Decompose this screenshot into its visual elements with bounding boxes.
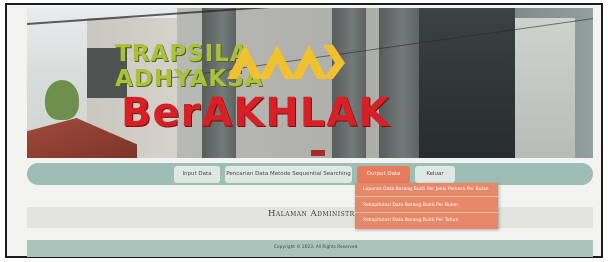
banner-exit-sign xyxy=(311,150,325,156)
nav-keluar[interactable]: Keluar xyxy=(415,166,455,183)
footer-copyright: Copyright © 2023. All Rights Reserved. xyxy=(274,245,359,250)
banner-tree xyxy=(45,80,79,120)
dropdown-item-rekap-bulan[interactable]: Rekapitulasi Data Barang Bukti Per Bulan xyxy=(363,203,458,208)
output-data-dropdown: Laporan Data Barang Bukti Per Jenis Perk… xyxy=(355,183,498,229)
logo-chevrons-icon xyxy=(227,45,345,79)
main-nav: Input Data Pencarian Data Metode Sequent… xyxy=(27,163,593,185)
dropdown-item-rekap-tahun[interactable]: Rekapitulasi Data Barang Bukti Per Tahun xyxy=(363,218,458,223)
banner-glass-panel xyxy=(515,18,575,158)
nav-output-data[interactable]: Output Data xyxy=(357,166,410,183)
nav-input-data[interactable]: Input Data xyxy=(174,166,220,183)
dropdown-divider xyxy=(355,196,498,197)
nav-pencarian-data[interactable]: Pencarian Data Metode Sequential Searchi… xyxy=(225,166,352,183)
header-banner-image: TRAPSILA ADHYAKSA BerAKHLAK xyxy=(27,8,593,158)
logo-text-berakhlak: BerAKHLAK xyxy=(121,90,391,136)
dropdown-divider xyxy=(355,212,498,213)
dropdown-item-laporan-jenis-perkara[interactable]: Laporan Data Barang Bukti Per Jenis Perk… xyxy=(363,187,489,192)
